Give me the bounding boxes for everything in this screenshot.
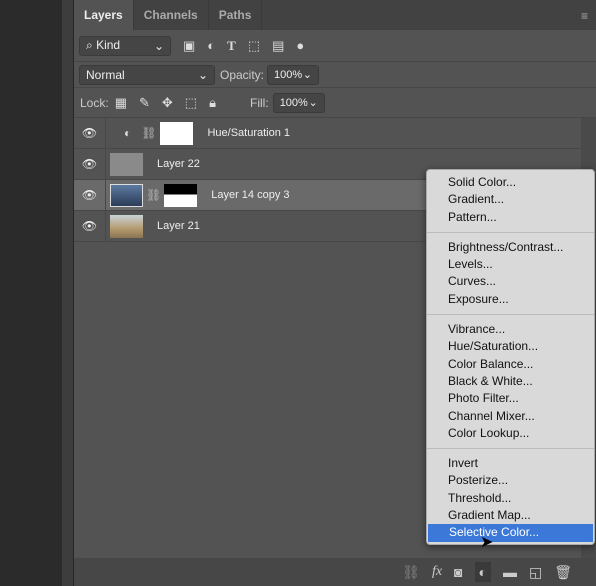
adjustment-layer-menu: Solid Color... Gradient... Pattern... Brigh…: [426, 169, 595, 545]
add-mask-icon[interactable]: ◙: [454, 564, 462, 580]
opacity-value: 100%: [274, 68, 303, 81]
blend-row: Normal ⌄ Opacity: 100% ⌄: [74, 62, 596, 88]
menu-item-solid-color[interactable]: Solid Color...: [427, 174, 594, 191]
lock-all-icon[interactable]: 🔒︎: [209, 95, 216, 111]
adjustment-icon: ◐: [124, 126, 132, 140]
fill-label: Fill:: [250, 95, 269, 110]
layer-name[interactable]: Hue/Saturation 1: [207, 127, 290, 139]
panel-tabs: Layers Channels Paths ≡: [74, 0, 596, 30]
new-layer-icon[interactable]: ◱: [529, 564, 542, 581]
menu-item-photo-filter[interactable]: Photo Filter...: [427, 390, 594, 407]
menu-item-posterize[interactable]: Posterize...: [427, 472, 594, 489]
adjustment-layer-icon[interactable]: ◐: [474, 562, 491, 582]
trash-icon[interactable]: 🗑︎: [554, 564, 572, 581]
visibility-eye-icon[interactable]: 👁︎: [74, 118, 106, 148]
lock-label: Lock:: [80, 95, 109, 110]
layer-name[interactable]: Layer 14 copy 3: [211, 189, 289, 201]
menu-item-brightness-contrast[interactable]: Brightness/Contrast...: [427, 239, 594, 256]
smart-object-filter-icon[interactable]: ▤: [272, 38, 284, 54]
layer-row[interactable]: 👁︎ ◐ ⛓︎ Hue/Saturation 1: [74, 118, 581, 149]
layer-mask-thumbnail[interactable]: [160, 121, 194, 145]
menu-item-black-white[interactable]: Black & White...: [427, 373, 594, 390]
panel-dock-edge: [62, 0, 74, 586]
layer-mask-thumbnail[interactable]: [164, 183, 198, 207]
menu-item-curves[interactable]: Curves...: [427, 273, 594, 290]
shape-filter-icon[interactable]: ⬚: [248, 38, 260, 54]
visibility-eye-icon[interactable]: 👁︎: [74, 211, 106, 241]
kind-filter-select[interactable]: ⌕ Kind ⌄: [79, 35, 171, 56]
menu-item-hue-saturation[interactable]: Hue/Saturation...: [427, 338, 594, 355]
lock-position-icon[interactable]: ✥: [162, 95, 173, 111]
panel-menu-icon[interactable]: ≡: [581, 9, 588, 23]
menu-item-threshold[interactable]: Threshold...: [427, 490, 594, 507]
menu-separator: [427, 314, 594, 316]
menu-item-channel-mixer[interactable]: Channel Mixer...: [427, 408, 594, 425]
fill-input[interactable]: 100% ⌄: [272, 92, 325, 113]
visibility-eye-icon[interactable]: 👁︎: [74, 149, 106, 179]
menu-item-gradient-map[interactable]: Gradient Map...: [427, 507, 594, 524]
layer-name[interactable]: Layer 22: [157, 158, 200, 170]
layer-thumbnail[interactable]: [110, 183, 143, 207]
lock-image-icon[interactable]: ✎: [139, 95, 150, 111]
canvas-area: [0, 0, 62, 586]
filter-row: ⌕ Kind ⌄ ▣ ◐ T ⬚ ▤ ●: [74, 30, 596, 62]
tab-paths[interactable]: Paths: [209, 0, 263, 30]
menu-item-color-balance[interactable]: Color Balance...: [427, 356, 594, 373]
menu-item-color-lookup[interactable]: Color Lookup...: [427, 425, 594, 442]
lock-transparent-icon[interactable]: ▦: [115, 95, 127, 111]
fill-value: 100%: [279, 96, 308, 109]
layer-thumbnail[interactable]: [110, 214, 143, 238]
opacity-label: Opacity:: [220, 67, 265, 82]
layer-name[interactable]: Layer 21: [157, 220, 200, 232]
filter-toggle-icon[interactable]: ●: [296, 38, 304, 53]
tab-layers[interactable]: Layers: [74, 0, 134, 30]
kind-label: Kind: [96, 38, 121, 52]
panel-footer: ⛓︎ fx ◙ ◐ ▬ ◱ 🗑︎: [74, 558, 596, 586]
menu-separator: [427, 448, 594, 450]
menu-item-levels[interactable]: Levels...: [427, 256, 594, 273]
menu-item-selective-color[interactable]: Selective Color...: [428, 524, 593, 542]
fx-icon[interactable]: fx: [432, 564, 442, 580]
menu-item-gradient[interactable]: Gradient...: [427, 191, 594, 208]
menu-item-pattern[interactable]: Pattern...: [427, 209, 594, 226]
lock-artboard-icon[interactable]: ⬚: [185, 95, 197, 111]
adjustment-filter-icon[interactable]: ◐: [207, 38, 215, 53]
menu-item-exposure[interactable]: Exposure...: [427, 291, 594, 308]
opacity-input[interactable]: 100% ⌄: [267, 64, 320, 85]
menu-item-vibrance[interactable]: Vibrance...: [427, 321, 594, 338]
link-icon[interactable]: ⛓︎: [141, 126, 156, 140]
new-group-icon[interactable]: ▬: [503, 564, 517, 580]
link-layers-icon[interactable]: ⛓︎: [402, 564, 420, 581]
visibility-eye-icon[interactable]: 👁︎: [74, 180, 106, 210]
link-icon[interactable]: ⛓︎: [146, 188, 161, 202]
tab-channels[interactable]: Channels: [134, 0, 209, 30]
menu-separator: [427, 231, 594, 233]
layer-thumbnail[interactable]: [110, 152, 143, 176]
mouse-cursor-icon: ➤: [480, 534, 494, 551]
pixel-filter-icon[interactable]: ▣: [183, 38, 195, 54]
blend-mode-select[interactable]: Normal ⌄: [79, 64, 215, 85]
menu-item-invert[interactable]: Invert: [427, 455, 594, 472]
lock-row: Lock: ▦ ✎ ✥ ⬚ 🔒︎ Fill: 100% ⌄: [74, 88, 596, 118]
blend-mode-value: Normal: [86, 67, 125, 82]
type-filter-icon[interactable]: T: [227, 38, 236, 54]
